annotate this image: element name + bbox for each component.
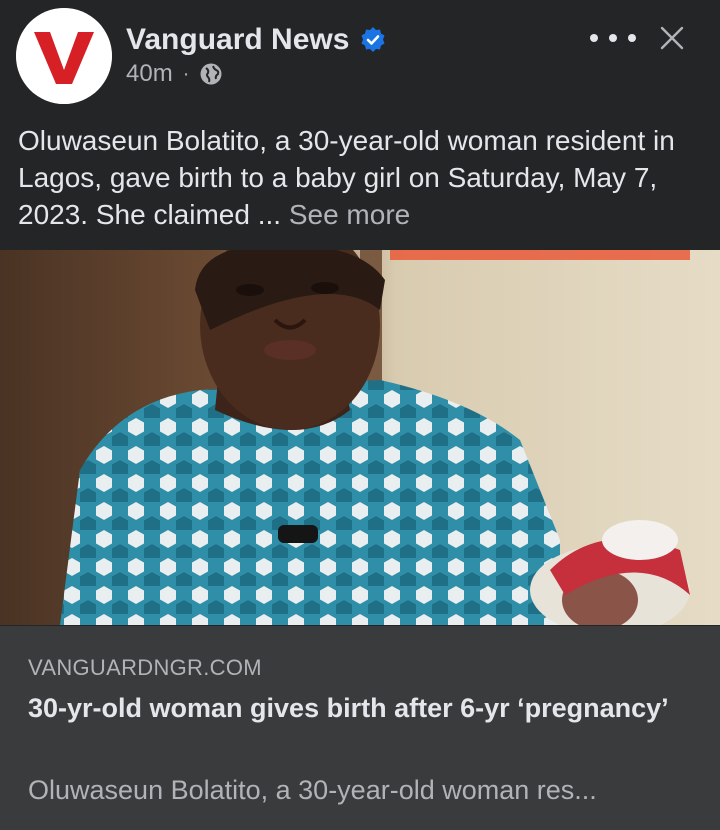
post-timestamp[interactable]: 40m <box>126 60 173 88</box>
link-title[interactable]: 30-yr-old woman gives birth after 6-yr ‘… <box>28 688 688 728</box>
see-more-link[interactable]: See more <box>289 199 410 230</box>
page-name-row: Vanguard News <box>126 22 387 58</box>
post-image[interactable] <box>0 250 720 625</box>
more-options-icon[interactable] <box>590 24 636 52</box>
post-caption: Oluwaseun Bolatito, a 30-year-old woman … <box>18 122 708 233</box>
page-name[interactable]: Vanguard News <box>126 22 349 58</box>
post-header: Vanguard News 40m · <box>0 0 720 112</box>
globe-icon <box>199 62 223 86</box>
link-description: Oluwaseun Bolatito, a 30-year-old woman … <box>28 775 597 805</box>
verified-badge-icon <box>359 26 387 54</box>
post-meta: 40m · <box>126 60 223 88</box>
link-domain: VANGUARDNGR.COM <box>28 655 262 680</box>
page-avatar[interactable] <box>16 8 112 104</box>
meta-separator: · <box>182 63 190 85</box>
vanguard-logo-icon <box>16 8 112 104</box>
close-icon[interactable] <box>656 22 688 54</box>
